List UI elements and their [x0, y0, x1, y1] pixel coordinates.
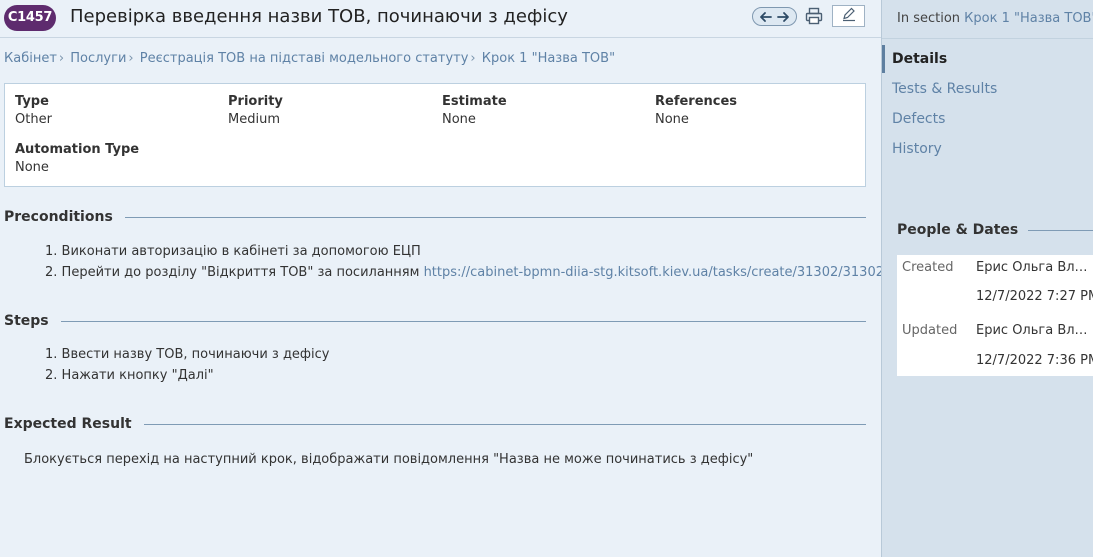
- expected-result-heading: Expected Result: [4, 415, 866, 433]
- tab-details[interactable]: Details: [892, 47, 947, 71]
- field-estimate: Estimate None: [442, 94, 507, 127]
- field-automation-type-label: Automation Type: [15, 142, 140, 157]
- updated-date: 12/7/2022 7:36 PM: [976, 353, 1093, 368]
- field-estimate-value: None: [442, 112, 476, 127]
- field-type-label: Type: [15, 94, 49, 109]
- steps-list: 1. Ввести назву ТОВ, починаючи з дефісу …: [45, 344, 330, 386]
- sidebar: In section Крок 1 "Назва ТОВ". Details T…: [881, 0, 1093, 557]
- list-item: 2. Перейти до розділу "Відкриття ТОВ" за…: [45, 262, 909, 283]
- created-date: 12/7/2022 7:27 PM: [976, 289, 1093, 304]
- list-item-text: Перейти до розділу "Відкриття ТОВ" за по…: [61, 265, 424, 280]
- list-item-number: 2.: [45, 368, 58, 383]
- prev-next-nav: [752, 7, 797, 26]
- divider: [882, 38, 1093, 39]
- in-section-link[interactable]: Крок 1 "Назва ТОВ": [964, 11, 1093, 26]
- people-dates-title: People & Dates: [897, 222, 1019, 238]
- main-content: C1457 Перевірка введення назви ТОВ, почи…: [0, 0, 909, 557]
- in-section-prefix: In section: [897, 11, 965, 26]
- preconditions-title: Preconditions: [4, 209, 113, 225]
- preconditions-heading: Preconditions: [4, 208, 866, 226]
- list-item-text: Ввести назву ТОВ, починаючи з дефісу: [61, 347, 330, 362]
- arrow-left-icon[interactable]: [759, 10, 773, 24]
- updated-label: Updated: [902, 323, 958, 338]
- people-dates-heading: People & Dates: [897, 221, 1093, 239]
- field-priority-label: Priority: [228, 94, 283, 109]
- field-priority: Priority Medium: [228, 94, 283, 127]
- preconditions-list: 1. Виконати авторизацію в кабінеті за до…: [45, 241, 909, 283]
- divider: [143, 423, 866, 425]
- tab-history[interactable]: History: [892, 137, 942, 161]
- breadcrumb: Кабінет › Послуги › Реєстрація ТОВ на підс…: [4, 51, 616, 66]
- list-item: 2. Нажати кнопку "Далі": [45, 365, 330, 386]
- field-references-label: References: [655, 94, 738, 109]
- field-references-value: None: [655, 112, 689, 127]
- tab-tests-results[interactable]: Tests & Results: [892, 77, 997, 101]
- expected-result-text: Блокується перехід на наступний крок, ві…: [24, 452, 754, 467]
- arrow-right-icon[interactable]: [776, 10, 790, 24]
- steps-heading: Steps: [4, 312, 866, 330]
- breadcrumb-item-step1[interactable]: Крок 1 "Назва ТОВ": [482, 51, 615, 66]
- created-by-name: Ерис Ольга Вл…: [976, 260, 1088, 275]
- list-item: 1. Виконати авторизацію в кабінеті за до…: [45, 241, 909, 262]
- steps-title: Steps: [4, 313, 49, 329]
- divider: [60, 320, 866, 322]
- updated-by-name: Ерис Ольга Вл…: [976, 323, 1088, 338]
- field-references: References None: [655, 94, 737, 127]
- expected-result-title: Expected Result: [4, 416, 132, 432]
- case-fields-panel: Type Other Priority Medium Estimate None…: [4, 83, 866, 187]
- precondition-link[interactable]: https://cabinet-bpmn-diia-stg.kitsoft.ki…: [424, 265, 909, 280]
- in-section-info: In section Крок 1 "Назва ТОВ".: [897, 11, 1093, 26]
- field-type: Type Other: [15, 94, 52, 127]
- field-estimate-label: Estimate: [442, 94, 507, 109]
- active-tab-indicator: [882, 45, 885, 73]
- list-item-number: 1.: [45, 347, 58, 362]
- print-icon[interactable]: [805, 7, 823, 25]
- list-item-text: Виконати авторизацію в кабінеті за допом…: [61, 244, 421, 259]
- created-label: Created: [902, 260, 954, 275]
- people-dates-panel: Created Ерис Ольга Вл… 12/7/2022 7:27 PM…: [897, 255, 1093, 376]
- list-item-text: Нажати кнопку "Далі": [61, 368, 214, 383]
- list-item-number: 2.: [45, 265, 58, 280]
- field-automation-type: Automation Type None: [15, 142, 139, 175]
- field-automation-type-value: None: [15, 160, 49, 175]
- breadcrumb-item-cabinet[interactable]: Кабінет: [4, 51, 57, 66]
- page-title: Перевірка введення назви ТОВ, починаючи …: [70, 6, 568, 27]
- case-header: C1457 Перевірка введення назви ТОВ, почи…: [0, 0, 881, 38]
- breadcrumb-item-services[interactable]: Послуги: [70, 51, 126, 66]
- tab-defects[interactable]: Defects: [892, 107, 945, 131]
- case-id-badge: C1457: [4, 5, 56, 31]
- breadcrumb-item-registration[interactable]: Реєстрація ТОВ на підставі модельного ст…: [140, 51, 469, 66]
- field-priority-value: Medium: [228, 112, 280, 127]
- list-item-number: 1.: [45, 244, 58, 259]
- divider: [1028, 229, 1093, 231]
- list-item: 1. Ввести назву ТОВ, починаючи з дефісу: [45, 344, 330, 365]
- edit-button[interactable]: [832, 5, 865, 27]
- edit-pencil-icon: [841, 6, 857, 26]
- divider: [124, 216, 866, 218]
- field-type-value: Other: [15, 112, 52, 127]
